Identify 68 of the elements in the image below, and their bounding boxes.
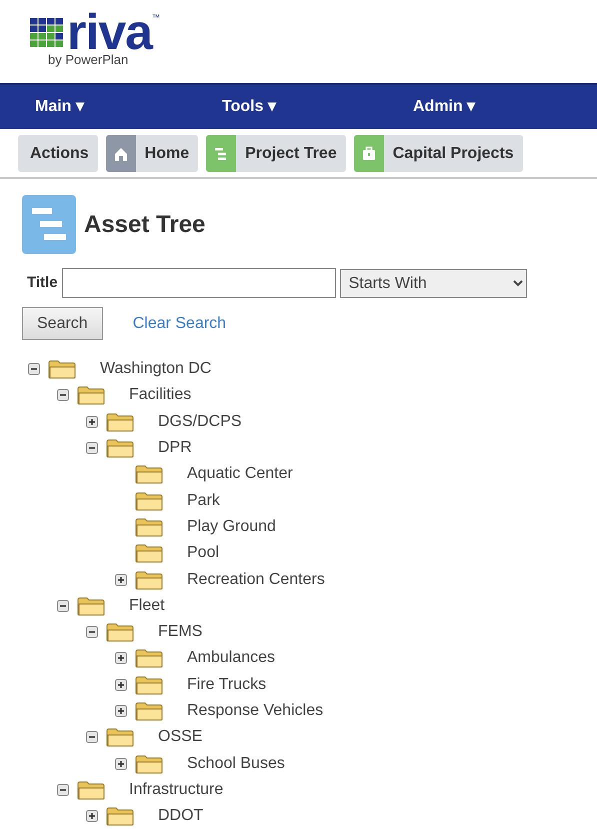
logo-tagline: by PowerPlan bbox=[48, 52, 130, 68]
collapse-icon[interactable] bbox=[57, 389, 69, 402]
folder-icon bbox=[106, 412, 134, 432]
tree-node-label[interactable]: Infrastructure bbox=[129, 778, 224, 802]
tree-node-label[interactable]: Facilities bbox=[129, 383, 192, 408]
folder-icon bbox=[106, 622, 134, 642]
folder-icon bbox=[135, 648, 163, 668]
folder-icon bbox=[135, 490, 163, 511]
search-button[interactable]: Search bbox=[22, 307, 103, 340]
expand-icon[interactable] bbox=[115, 678, 127, 691]
tree-node-label[interactable]: Washington DC bbox=[100, 357, 212, 382]
folder-icon bbox=[135, 543, 163, 564]
tree-node-label[interactable]: Recreation Centers bbox=[187, 568, 325, 592]
clear-search-link[interactable]: Clear Search bbox=[132, 312, 226, 336]
collapse-icon[interactable] bbox=[57, 784, 69, 796]
menu-item[interactable]: Main ▾ bbox=[35, 95, 84, 119]
menu-item[interactable]: Admin ▾ bbox=[413, 95, 476, 119]
tree-node-label[interactable]: DGS/DCPS bbox=[158, 410, 242, 434]
folder-icon bbox=[135, 464, 163, 484]
expand-icon[interactable] bbox=[86, 810, 98, 822]
logo-wordmark: riva bbox=[67, 12, 152, 52]
toolbar-button[interactable]: Capital Projects bbox=[354, 135, 523, 172]
folder-icon bbox=[77, 780, 105, 800]
collapse-icon[interactable] bbox=[86, 442, 98, 454]
tree-node-label[interactable]: DPR bbox=[158, 436, 192, 460]
toolbar-button[interactable]: Project Tree bbox=[206, 135, 346, 172]
folder-icon bbox=[135, 674, 163, 695]
title-label: Title bbox=[27, 272, 58, 293]
tree-node-label[interactable]: Ambulances bbox=[187, 646, 276, 670]
tree-node-label[interactable]: Fire Trucks bbox=[187, 672, 266, 697]
tree-node-label[interactable]: Aquatic Center bbox=[187, 462, 293, 486]
tree-node-label[interactable]: Pool bbox=[187, 541, 220, 566]
folder-icon bbox=[106, 438, 134, 458]
tree-node-label[interactable]: FEMS bbox=[158, 620, 202, 644]
expand-icon[interactable] bbox=[115, 574, 127, 586]
tree-node-label[interactable]: DDOT bbox=[158, 804, 204, 828]
collapse-icon[interactable] bbox=[86, 626, 98, 638]
folder-icon bbox=[77, 596, 105, 616]
expand-icon[interactable] bbox=[115, 705, 127, 717]
tree-node-label[interactable]: School Buses bbox=[187, 752, 285, 776]
expand-icon[interactable] bbox=[115, 652, 127, 664]
collapse-icon[interactable] bbox=[28, 363, 40, 376]
logo-grid-icon bbox=[30, 18, 64, 48]
folder-icon bbox=[106, 806, 134, 826]
folder-icon bbox=[48, 359, 76, 380]
menu-item[interactable]: Tools ▾ bbox=[222, 95, 276, 119]
expand-icon[interactable] bbox=[115, 758, 127, 770]
page-title: Asset Tree bbox=[84, 210, 206, 240]
folder-icon bbox=[135, 754, 163, 774]
tree-node-label[interactable]: Park bbox=[187, 488, 220, 513]
match-mode-select[interactable]: Starts With bbox=[340, 268, 527, 298]
asset-tree-icon bbox=[22, 195, 76, 254]
tree-node-label[interactable]: Play Ground bbox=[187, 514, 276, 539]
expand-icon[interactable] bbox=[86, 416, 98, 428]
trademark-sign: ™ bbox=[152, 13, 160, 22]
tree-node-label[interactable]: Response Vehicles bbox=[187, 699, 324, 723]
collapse-icon[interactable] bbox=[86, 731, 98, 744]
folder-icon bbox=[106, 727, 134, 748]
tree-node-label[interactable]: OSSE bbox=[158, 725, 202, 750]
folder-icon bbox=[135, 570, 163, 590]
title-input[interactable] bbox=[62, 268, 336, 298]
folder-icon bbox=[135, 701, 163, 721]
folder-icon bbox=[135, 516, 163, 537]
tree-node-label[interactable]: Fleet bbox=[129, 594, 165, 618]
folder-icon bbox=[77, 385, 105, 406]
collapse-icon[interactable] bbox=[57, 600, 69, 612]
toolbar-button[interactable]: Home bbox=[106, 135, 198, 172]
toolbar-button[interactable]: Actions bbox=[18, 135, 98, 172]
